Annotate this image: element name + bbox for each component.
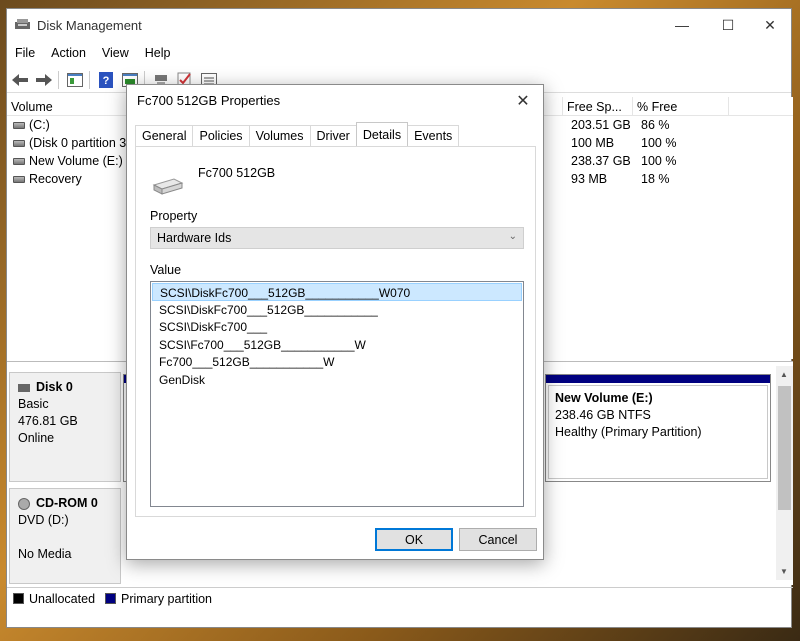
chevron-down-icon: ⌄ [508, 231, 517, 242]
cdrom-0-spacer [18, 529, 120, 546]
disk-management-app-icon [15, 19, 30, 29]
volume-icon [13, 176, 25, 184]
volume-icon [13, 140, 25, 148]
volume-free: 93 MB [571, 172, 608, 186]
value-item[interactable]: GenDisk [152, 371, 522, 389]
value-item[interactable]: SCSI\DiskFc700___512GB___________W070 [152, 283, 522, 301]
property-dropdown-value: Hardware Ids [157, 231, 232, 245]
legend-primary-partition: Primary partition [105, 592, 212, 606]
cdrom-0-name: CD-ROM 0 [36, 496, 98, 510]
vertical-scrollbar[interactable]: ▲ ▼ [776, 366, 793, 580]
forward-arrow-icon[interactable] [33, 70, 55, 90]
partition-color-bar [546, 375, 770, 383]
window-title: Disk Management [37, 18, 142, 33]
disk-icon [18, 383, 30, 392]
value-item[interactable]: SCSI\Fc700___512GB___________W [152, 336, 522, 354]
value-item[interactable]: Fc700___512GB___________W [152, 353, 522, 371]
legend-label: Primary partition [121, 591, 213, 606]
volume-percent: 18 % [641, 172, 670, 186]
value-label: Value [150, 263, 182, 277]
tab-general[interactable]: General [135, 125, 194, 146]
disk-0-name: Disk 0 [36, 380, 73, 394]
device-name: Fc700 512GB [198, 166, 276, 180]
column-free-space[interactable]: Free Sp... [563, 97, 633, 116]
close-button[interactable]: ✕ [747, 9, 793, 41]
scroll-down-icon[interactable]: ▼ [780, 567, 788, 576]
volume-name: Recovery [29, 172, 82, 186]
dialog-tabs: General Policies Volumes Driver Details … [135, 122, 460, 147]
menu-view[interactable]: View [94, 43, 137, 65]
maximize-button[interactable]: ☐ [705, 9, 751, 41]
value-item[interactable]: SCSI\DiskFc700___ [152, 318, 522, 336]
disk-0-status: Online [18, 431, 55, 445]
tab-policies[interactable]: Policies [192, 125, 250, 146]
volume-name: (C:) [29, 118, 50, 132]
scroll-up-icon[interactable]: ▲ [780, 370, 788, 379]
cancel-button[interactable]: Cancel [459, 528, 537, 551]
volume-icon [13, 158, 25, 166]
volume-free: 238.37 GB [571, 154, 631, 168]
legend-unallocated: Unallocated [13, 592, 95, 606]
menu-file[interactable]: File [7, 43, 43, 65]
dialog-close-button[interactable]: ✕ [511, 89, 535, 113]
legend-swatch-primary [105, 593, 117, 604]
volume-name: (Disk 0 partition 3) [29, 136, 131, 150]
details-panel: Fc700 512GB Property Hardware Ids ⌄ Valu… [135, 146, 536, 517]
menu-bar: File Action View Help [7, 43, 791, 65]
partition-size: 238.46 GB NTFS [555, 408, 651, 422]
partition-status: Healthy (Primary Partition) [555, 425, 702, 439]
volume-percent: 100 % [641, 136, 677, 150]
volume-name: New Volume (E:) [29, 154, 123, 168]
disk-0-size: 476.81 GB [18, 414, 78, 428]
volume-percent: 86 % [641, 118, 670, 132]
tab-details[interactable]: Details [355, 122, 409, 146]
tab-driver[interactable]: Driver [309, 125, 357, 146]
menu-help[interactable]: Help [137, 43, 179, 65]
partition-new-volume-e[interactable]: New Volume (E:) 238.46 GB NTFS Healthy (… [545, 374, 771, 482]
cdrom-icon [18, 497, 30, 510]
column-percent-free[interactable]: % Free [633, 97, 729, 116]
legend-label: Unallocated [29, 591, 96, 606]
scroll-thumb[interactable] [778, 386, 791, 510]
cdrom-0-drive: DVD (D:) [18, 513, 69, 527]
legend-swatch-unallocated [13, 593, 24, 604]
property-dropdown[interactable]: Hardware Ids ⌄ [150, 227, 524, 249]
volume-percent: 100 % [641, 154, 677, 168]
drive-icon [152, 178, 184, 195]
ok-button[interactable]: OK [375, 528, 453, 551]
disk-0-type: Basic [18, 397, 49, 411]
volume-icon [13, 122, 25, 130]
cdrom-0-status: No Media [18, 547, 72, 561]
title-bar: Disk Management — ☐ ✕ [7, 9, 791, 41]
svg-text:?: ? [103, 75, 110, 87]
toolbar-separator [58, 70, 59, 89]
help-icon[interactable]: ? [95, 70, 117, 90]
value-item[interactable]: SCSI\DiskFc700___512GB___________ [152, 301, 522, 319]
disk-0-label[interactable]: Disk 0 Basic 476.81 GB Online [9, 372, 121, 482]
console-tree-icon[interactable] [64, 70, 86, 90]
menu-action[interactable]: Action [43, 43, 94, 65]
cdrom-0-label[interactable]: CD-ROM 0 DVD (D:) No Media [9, 488, 121, 584]
tab-events[interactable]: Events [407, 125, 460, 146]
toolbar-separator [89, 70, 90, 89]
back-arrow-icon[interactable] [9, 70, 31, 90]
minimize-button[interactable]: — [659, 9, 705, 41]
tab-volumes[interactable]: Volumes [248, 125, 311, 146]
dialog-title: Fc700 512GB Properties [137, 93, 281, 108]
partition-name: New Volume (E:) [555, 391, 653, 405]
property-label: Property [150, 209, 198, 223]
volume-free: 100 MB [571, 136, 615, 150]
volume-free: 203.51 GB [571, 118, 631, 132]
legend-bar: Unallocated Primary partition [7, 587, 793, 609]
properties-dialog: Fc700 512GB Properties ✕ General Policie… [126, 84, 544, 560]
value-listbox[interactable]: SCSI\DiskFc700___512GB___________W070 SC… [150, 281, 524, 507]
